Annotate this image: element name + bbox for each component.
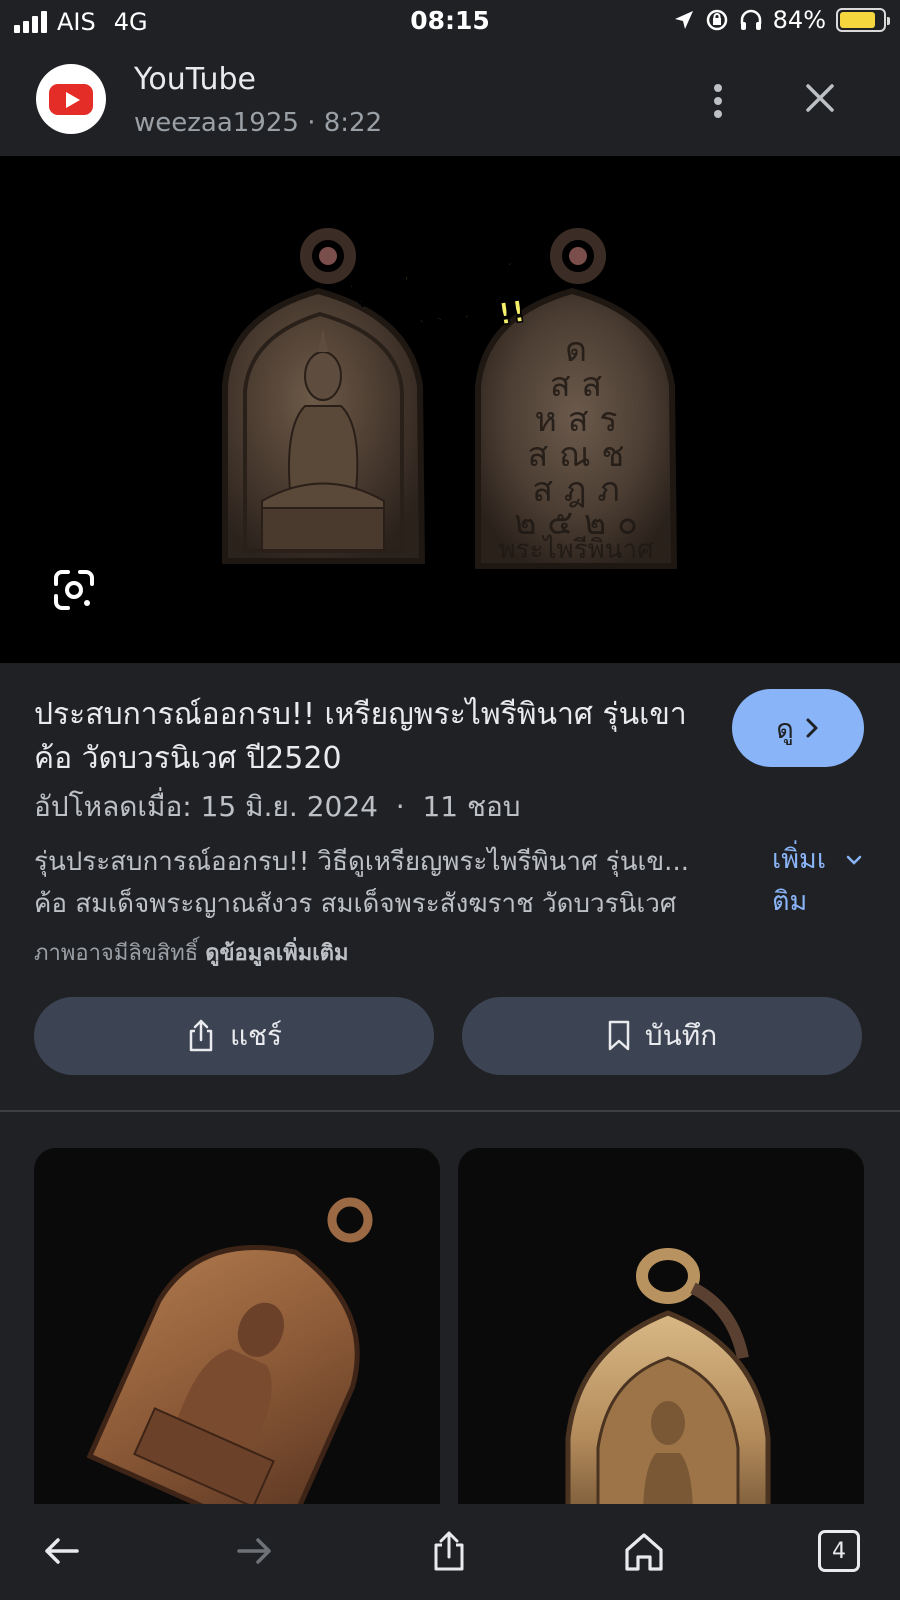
forward-arrow-icon [237,1538,271,1564]
inscription-line-2: ส ส [550,365,603,405]
more-vert-icon[interactable] [700,78,736,124]
inscription-line-1: ด [565,330,587,370]
copyright-text: ภาพอาจมีลิขสิทธิ์ [34,941,199,966]
related-amulet-image [565,1248,771,1518]
related-amulet-image [86,1197,373,1518]
inscription-line-3: ห ส ร [534,400,617,440]
status-bar: AIS 4G 08:15 84% [0,0,900,46]
share-label: แชร์ [229,1019,283,1052]
source-title[interactable]: YouTube [134,62,256,97]
battery-percent: 84% [772,6,826,34]
main-image[interactable]: ด ส ส ห ส ร ส ณ ช ส ฎ ภ ๒ ๕ ๒ ๐ พระไพรีพ… [0,156,900,663]
more-button[interactable]: เพิ่มเติม [772,839,872,923]
visit-label: ดู [776,713,794,745]
learn-more-link[interactable]: ดูข้อมูลเพิ่มเติม [205,941,348,966]
google-lens-icon[interactable] [52,568,96,612]
result-title[interactable]: ประสบการณ์ออกรบ!! เหรียญพระไพรีพินาศ รุ่… [34,693,704,781]
related-images [0,1112,900,1518]
bottom-nav: 4 [0,1504,900,1600]
chevron-right-icon [806,718,818,738]
result-info: ประสบการณ์ออกรบ!! เหรียญพระไพรีพินาศ รุ่… [0,663,900,1113]
youtube-logo-icon[interactable] [36,64,106,134]
visit-button[interactable]: ดู [732,689,864,767]
headphones-icon [740,9,761,30]
tabs-button[interactable]: 4 [814,1526,864,1576]
upload-meta: อัปโหลดเมื่อ: 15 มิ.ย. 2024 · 11 ชอบ [34,790,521,823]
source-subtitle: weezaa1925 · 8:22 [134,108,383,138]
forward-button[interactable] [230,1526,280,1576]
battery-icon [836,8,890,32]
share-icon [189,1019,213,1052]
inscription-line-4: ส ณ ช [528,435,625,475]
save-button[interactable]: บันทึก [462,997,862,1075]
back-arrow-icon [45,1538,79,1564]
tabs-icon: 4 [818,1530,860,1572]
description-line1: รุ่นประสบการณ์ออกรบ!! วิธีดูเหรียญพระไพร… [34,847,689,877]
status-right: 84% [673,6,890,34]
save-label: บันทึก [644,1019,718,1052]
share-button[interactable]: แชร์ [34,997,434,1075]
inscription-line-7: พระไพรีพินาศ [498,534,654,565]
share-page-button[interactable] [424,1526,474,1576]
related-image-2[interactable] [458,1148,864,1518]
share-icon [434,1531,464,1571]
copyright-notice: ภาพอาจมีลิขสิทธิ์ ดูข้อมูลเพิ่มเติม [34,935,349,970]
rotation-lock-icon [706,9,727,31]
bookmark-icon [608,1020,630,1051]
home-icon [625,1533,663,1571]
related-image-1[interactable] [34,1148,440,1518]
amulet-image: ด ส ส ห ส ร ส ณ ช ส ฎ ภ ๒ ๕ ๒ ๐ พระไพรีพ… [222,228,678,569]
description: รุ่นประสบการณ์ออกรบ!! วิธีดูเหรียญพระไพร… [34,841,754,925]
more-label: เพิ่มเติม [772,844,827,917]
home-button[interactable] [619,1526,669,1576]
back-button[interactable] [36,1526,86,1576]
close-icon[interactable] [800,78,840,118]
source-header: YouTube weezaa1925 · 8:22 [0,46,900,156]
location-icon [674,11,693,29]
description-line2: ค้อ สมเด็จพระญาณสังวร สมเด็จพระสังฆราช ว… [34,889,677,919]
chevron-down-icon [846,855,862,865]
